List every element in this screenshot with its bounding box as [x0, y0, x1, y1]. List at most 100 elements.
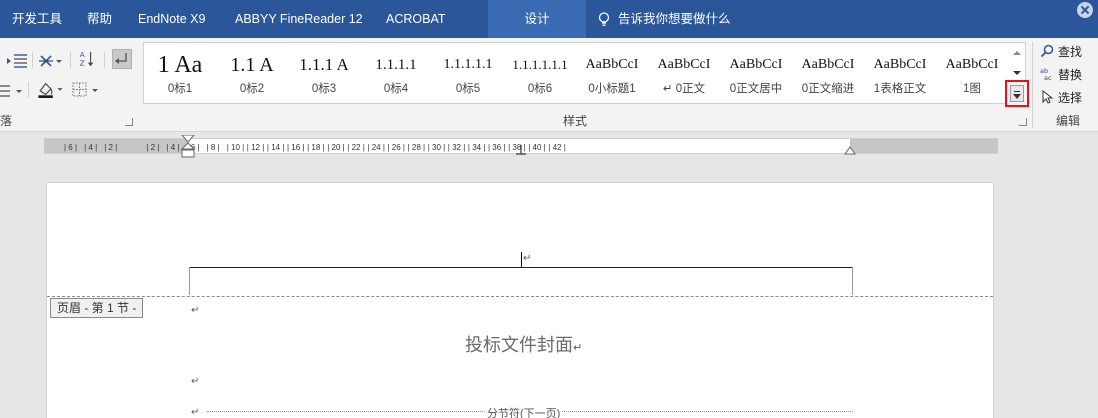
ruler-tick-label: | 28 |: [407, 143, 426, 152]
ruler-tick-label: | 32 |: [447, 143, 466, 152]
ruler-tick-label: | 2 |: [104, 143, 118, 152]
style-sample: 1.1.1.1.1.1: [512, 57, 568, 72]
style-heading-6[interactable]: 1.1.1.1.1.1 0标6: [504, 43, 576, 103]
svg-text:ac: ac: [1044, 74, 1052, 81]
ruler-tick-label: | 22 |: [347, 143, 365, 152]
style-sample: 1.1.1.1: [375, 57, 417, 73]
style-body[interactable]: AaBbCcI ↵ 0正文: [648, 43, 720, 103]
increase-indent-icon[interactable]: [6, 52, 28, 70]
style-heading-5[interactable]: 1.1.1.1.1 0标5: [432, 43, 504, 103]
paragraph-mark: ↵: [523, 253, 532, 264]
sort-icon[interactable]: A Z: [78, 50, 96, 68]
ruler-tick-label: | 14 |: [266, 143, 285, 152]
style-subtitle-1[interactable]: AaBbCcI 0小标题1: [576, 43, 648, 103]
style-name: 1图: [963, 83, 981, 95]
ribbon-options-icon[interactable]: [1077, 2, 1093, 18]
ruler-right-margin: [850, 139, 998, 153]
crop-mark: [189, 267, 190, 295]
styles-launcher-icon[interactable]: [1019, 118, 1027, 126]
ruler-tick-label: | 4 |: [166, 143, 180, 152]
styles-gallery-expand-button[interactable]: [1005, 80, 1029, 107]
ribbon-panel: A Z 落 1 Aa 0标1 1.1 A 0标2 1.1.1 A 0标3 1.1…: [0, 38, 1098, 132]
style-name: 0标6: [527, 83, 553, 95]
horizontal-ruler[interactable]: | 6 || 4 || 2 || 2 || 4 || 6 || 8 || 10 …: [44, 135, 998, 158]
right-indent-icon[interactable]: [844, 145, 856, 155]
ruler-tick-label: | 40 |: [528, 143, 546, 152]
find-label: 查找: [1058, 45, 1083, 59]
cursor-arrow-icon: [1042, 90, 1054, 104]
paragraph-launcher-icon[interactable]: [125, 118, 133, 126]
center-tab-icon[interactable]: [516, 145, 526, 155]
replace-label: 替换: [1058, 68, 1083, 82]
scroll-up-icon[interactable]: [1011, 48, 1023, 58]
svg-text:Z: Z: [80, 58, 85, 67]
paragraph-mark: ↵: [191, 305, 200, 316]
style-heading-1[interactable]: 1 Aa 0标1: [144, 43, 216, 103]
style-figure[interactable]: AaBbCcI 1图: [936, 43, 1008, 103]
text-cursor: [521, 252, 522, 267]
paragraph-mark: ↵: [573, 341, 583, 354]
style-sample: 1.1.1.1.1: [443, 57, 493, 72]
tell-me-search[interactable]: 告诉我你想要做什么: [598, 0, 731, 38]
style-sample: AaBbCcI: [873, 57, 927, 72]
tell-me-label: 告诉我你想要做什么: [618, 12, 731, 26]
tab-abbyy[interactable]: ABBYY FineReader 12: [235, 0, 363, 38]
editing-group: 查找 ab ac 替换 选择 编辑: [1036, 38, 1098, 132]
ruler-tick-label: | 12 |: [246, 143, 265, 152]
paragraph-group-label: 落: [0, 114, 13, 128]
ruler-tick-label: | 8 |: [206, 143, 220, 152]
style-heading-2[interactable]: 1.1 A 0标2: [216, 43, 288, 103]
borders-icon[interactable]: [72, 81, 102, 99]
document-page[interactable]: ↵ 页眉 - 第 1 节 - ↵ 投标文件封面↵ ↵ ↵ 分节符(下一页): [46, 182, 994, 418]
style-name: 0标1: [167, 83, 193, 95]
style-sample: AaBbCcI: [657, 57, 711, 72]
ruler-tick-label: | 10 |: [226, 143, 245, 152]
style-body-indent[interactable]: AaBbCcI 0正文缩进: [792, 43, 864, 103]
tab-developer[interactable]: 开发工具: [12, 0, 62, 38]
cover-title[interactable]: 投标文件封面↵: [465, 331, 582, 357]
toolbar-separator: [104, 52, 105, 68]
style-body-centered[interactable]: AaBbCcI 0正文居中: [720, 43, 792, 103]
editing-group-label: 编辑: [1056, 114, 1081, 128]
style-name: 0标3: [311, 83, 337, 95]
style-sample: 1 Aa: [157, 52, 203, 78]
styles-group-label: 样式: [563, 114, 588, 128]
ruler-tick-label: | 4 |: [84, 143, 98, 152]
ribbon-tab-bar: 开发工具 帮助 EndNote X9 ABBYY FineReader 12 A…: [0, 0, 1098, 38]
section-break-label: 分节符(下一页): [485, 405, 563, 418]
show-marks-button[interactable]: [112, 49, 132, 69]
toolbar-separator: [70, 52, 71, 68]
tab-acrobat[interactable]: ACROBAT: [386, 0, 446, 38]
tab-design[interactable]: 设计: [488, 0, 586, 38]
ruler-tick-label: | 20 |: [327, 143, 345, 152]
search-icon: [1040, 44, 1054, 58]
chinese-layout-icon[interactable]: [38, 52, 64, 70]
ruler-tick-label: | 36 |: [488, 143, 506, 152]
style-sample: AaBbCcI: [729, 57, 783, 72]
shading-icon[interactable]: [36, 80, 66, 98]
toolbar-separator: [28, 82, 29, 98]
style-name: 0正文缩进: [801, 83, 855, 95]
style-table-body[interactable]: AaBbCcI 1表格正文: [864, 43, 936, 103]
scroll-down-icon[interactable]: [1011, 68, 1023, 78]
style-name: 0标2: [239, 83, 265, 95]
style-heading-4[interactable]: 1.1.1.1 0标4: [360, 43, 432, 103]
ruler-tick-label: | 24 |: [367, 143, 385, 152]
header-section-tag[interactable]: 页眉 - 第 1 节 -: [50, 298, 144, 318]
tab-help[interactable]: 帮助: [87, 0, 112, 38]
style-name: 0正文居中: [729, 83, 783, 95]
toolbar-separator: [32, 52, 33, 68]
tab-endnote[interactable]: EndNote X9: [138, 0, 205, 38]
group-separator: [1032, 42, 1033, 128]
style-name: 0标5: [455, 83, 481, 95]
line-spacing-icon[interactable]: [0, 82, 26, 100]
style-sample: AaBbCcI: [801, 57, 855, 72]
style-sample: AaBbCcI: [945, 57, 999, 72]
style-heading-3[interactable]: 1.1.1 A 0标3: [288, 43, 360, 103]
style-sample: 1.1.1 A: [299, 55, 349, 74]
ruler-tick-label: | 30 |: [427, 143, 446, 152]
style-sample: 1.1 A: [230, 54, 274, 76]
paragraph-group: A Z 落: [0, 38, 138, 132]
indent-marker-icon[interactable]: [181, 135, 195, 161]
style-name: 1表格正文: [873, 83, 927, 95]
